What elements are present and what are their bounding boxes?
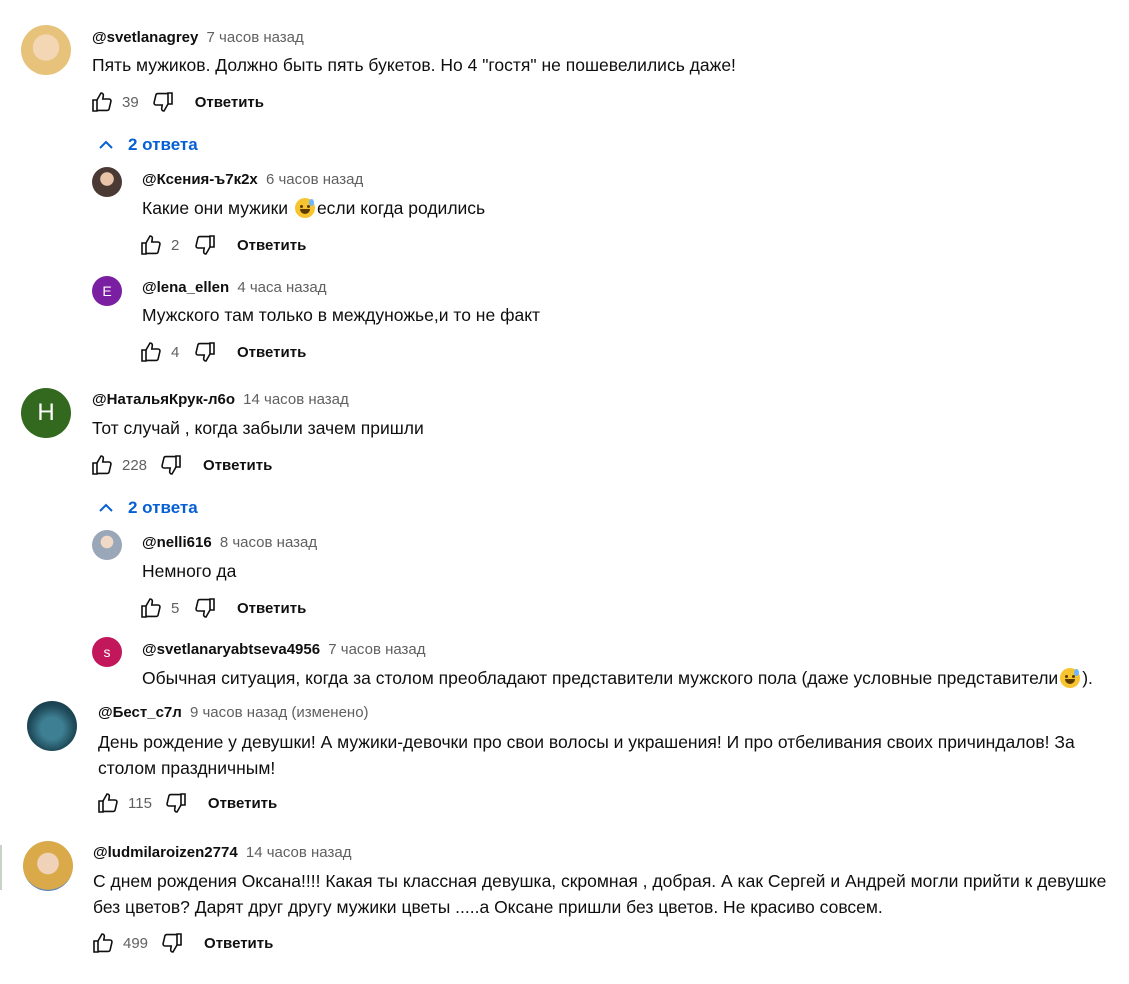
like-icon[interactable] [137,594,165,622]
avatar[interactable] [92,530,122,560]
chevron-up-icon [99,503,113,512]
reply-author[interactable]: @nelli616 [142,534,212,551]
like-count: 499 [123,934,149,952]
comment-actions: 115 Ответить [94,789,277,817]
comment-text: С днем рождения Оксана!!!! Какая ты клас… [93,871,1107,917]
like-icon[interactable] [94,789,122,817]
reply-button[interactable]: Ответить [237,344,306,361]
reply-text: Мужского там только в междуножье,и то не… [142,305,541,325]
reply-actions: 4 Ответить [137,338,306,366]
reply-button[interactable]: Ответить [203,457,272,474]
comment-actions: 499 Ответить [89,929,273,957]
comment-time[interactable]: 9 часов назад (изменено) [190,704,369,721]
reply-text: Какие они мужики если когда родились [142,195,485,221]
comment-text: Пять мужиков. Должно быть пять букетов. … [92,55,736,75]
dislike-icon[interactable] [149,88,177,116]
like-icon[interactable] [88,88,116,116]
avatar[interactable] [23,841,73,891]
reply-actions: 2 Ответить [137,231,306,259]
reply-time[interactable]: 4 часа назад [237,279,326,296]
reply-text: Немного да [142,561,237,581]
reply-button[interactable]: Ответить [195,94,264,111]
replies-toggle[interactable]: 2 ответа [98,498,198,518]
replies-count: 2 ответа [128,498,198,517]
like-count: 228 [122,456,148,474]
reply-button[interactable]: Ответить [237,600,306,617]
avatar[interactable] [21,25,71,75]
smiling-sweat-emoji-icon [294,198,315,218]
dislike-icon[interactable] [191,231,219,259]
comment-author[interactable]: @svetlanagrey [92,29,198,46]
dislike-icon[interactable] [191,338,219,366]
reply-text-part: ). [1082,668,1093,688]
comment-time[interactable]: 14 часов назад [246,844,352,861]
comment-actions: 39 Ответить [88,88,264,116]
like-count: 4 [171,343,180,361]
dislike-icon[interactable] [191,594,219,622]
comment-text: Тот случай , когда забыли зачем пришли [92,418,424,438]
reply-author[interactable]: @lena_ellen [142,279,229,296]
reply-time[interactable]: 8 часов назад [220,534,317,551]
reply-button[interactable]: Ответить [204,935,273,952]
reply-time[interactable]: 7 часов назад [328,641,425,658]
like-icon[interactable] [137,231,165,259]
avatar[interactable]: E [92,276,122,306]
dislike-icon[interactable] [162,789,190,817]
dislike-icon[interactable] [158,929,186,957]
reply-button[interactable]: Ответить [237,237,306,254]
comment-actions: 228 Ответить [88,451,272,479]
like-icon[interactable] [89,929,117,957]
comment-author[interactable]: @Бест_с7л [98,704,182,721]
comment-time[interactable]: 14 часов назад [243,391,349,408]
reply-button[interactable]: Ответить [208,795,277,812]
reply-author[interactable]: @Ксения-ъ7к2х [142,171,258,188]
comment-time[interactable]: 7 часов назад [207,29,304,46]
replies-count: 2 ответа [128,135,198,154]
avatar[interactable]: Н [21,388,71,438]
like-count: 115 [128,794,152,812]
reply-actions: 5 Ответить [137,594,306,622]
like-count: 2 [171,236,180,254]
like-count: 39 [122,93,139,111]
like-icon[interactable] [88,451,116,479]
comment-author[interactable]: @ludmilaroizen2774 [93,844,238,861]
like-count: 5 [171,599,180,617]
dislike-icon[interactable] [157,451,185,479]
comment-author[interactable]: @НатальяКрук-л6о [92,391,235,408]
avatar[interactable] [92,167,122,197]
replies-toggle[interactable]: 2 ответа [98,135,198,155]
comment-text: День рождение у девушки! А мужики-девочк… [98,732,1075,778]
edge-marker [0,845,2,890]
chevron-up-icon [99,140,113,149]
reply-author[interactable]: @svetlanaryabtseva4956 [142,641,320,658]
reply-text-part: если когда родились [316,198,486,218]
avatar[interactable] [27,701,77,751]
smiling-sweat-emoji-icon [1060,668,1081,688]
reply-text-part: Какие они мужики [142,198,293,218]
reply-time[interactable]: 6 часов назад [266,171,363,188]
like-icon[interactable] [137,338,165,366]
reply-text: Обычная ситуация, когда за столом преобл… [142,665,1093,691]
reply-text-part: Обычная ситуация, когда за столом преобл… [142,668,1059,688]
avatar[interactable]: s [92,637,122,667]
